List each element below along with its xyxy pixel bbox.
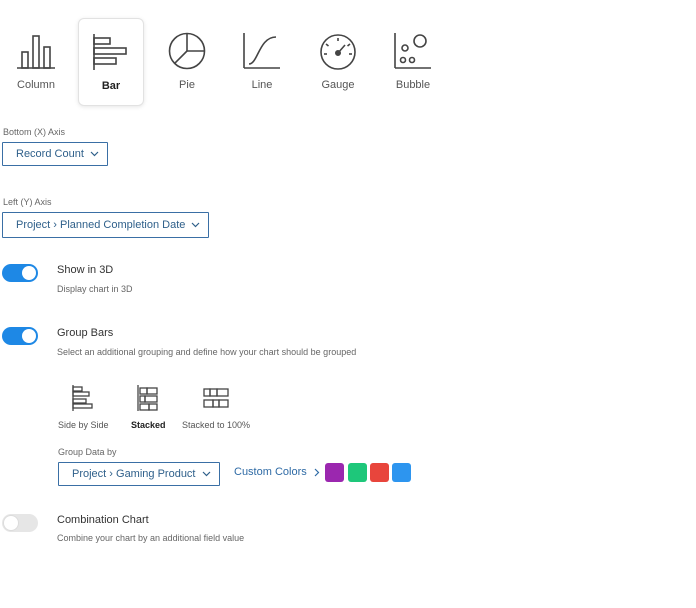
custom-colors-link[interactable]: Custom Colors <box>234 466 320 478</box>
x-axis-value: Record Count <box>16 148 84 160</box>
chart-type-label: Gauge <box>321 79 355 91</box>
group-mode-label: Side by Side <box>58 420 109 430</box>
chart-type-label: Line <box>251 79 273 91</box>
color-swatch-red[interactable] <box>370 463 389 482</box>
column-chart-icon <box>17 35 55 69</box>
group-mode-side-by-side[interactable]: Side by Side <box>58 384 109 430</box>
chevron-down-icon <box>191 222 200 228</box>
gauge-chart-icon <box>320 34 356 70</box>
chevron-down-icon <box>90 151 99 157</box>
chevron-right-icon <box>314 468 320 476</box>
show-3d-toggle[interactable] <box>2 264 38 282</box>
color-swatch-purple[interactable] <box>325 463 344 482</box>
bar-chart-icon <box>93 34 127 70</box>
combination-chart-description: Combine your chart by an additional fiel… <box>57 533 245 543</box>
chart-type-line[interactable]: Line <box>229 18 295 106</box>
show-3d-description: Display chart in 3D <box>57 284 133 294</box>
group-mode-stacked[interactable]: Stacked <box>131 384 166 430</box>
custom-colors-label: Custom Colors <box>234 466 307 478</box>
chart-type-bar[interactable]: Bar <box>78 18 144 106</box>
stacked-100-icon <box>203 388 229 408</box>
color-swatch-green[interactable] <box>348 463 367 482</box>
line-chart-icon <box>243 33 280 69</box>
x-axis-dropdown[interactable]: Record Count <box>2 142 108 166</box>
toggle-knob <box>4 516 18 530</box>
group-data-value: Project › Gaming Product <box>72 468 196 480</box>
chart-type-label: Column <box>17 79 55 91</box>
chart-type-gauge[interactable]: Gauge <box>305 18 371 106</box>
group-bars-title: Group Bars <box>57 327 114 339</box>
group-bars-description: Select an additional grouping and define… <box>57 347 357 357</box>
group-bars-toggle[interactable] <box>2 327 38 345</box>
group-data-label: Group Data by <box>58 447 117 457</box>
combination-chart-title: Combination Chart <box>57 514 149 526</box>
toggle-knob <box>22 266 36 280</box>
group-mode-stacked-100[interactable]: Stacked to 100% <box>182 384 250 430</box>
pie-chart-icon <box>168 32 206 70</box>
y-axis-label: Left (Y) Axis <box>3 197 52 207</box>
group-data-dropdown[interactable]: Project › Gaming Product <box>58 462 220 486</box>
x-axis-label: Bottom (X) Axis <box>3 127 66 137</box>
y-axis-dropdown[interactable]: Project › Planned Completion Date <box>2 212 210 238</box>
side-by-side-icon <box>72 385 93 411</box>
chart-type-label: Bar <box>101 80 121 92</box>
group-mode-label: Stacked <box>131 420 166 430</box>
toggle-knob <box>22 329 36 343</box>
bubble-chart-icon <box>394 33 431 69</box>
color-swatch-blue[interactable] <box>392 463 411 482</box>
chart-type-label: Bubble <box>395 79 431 91</box>
chart-type-bubble[interactable]: Bubble <box>380 18 446 106</box>
stacked-icon <box>137 385 158 411</box>
combination-chart-toggle[interactable] <box>2 514 38 532</box>
chart-type-pie[interactable]: Pie <box>154 18 220 106</box>
show-3d-title: Show in 3D <box>57 264 114 276</box>
chart-type-column[interactable]: Column <box>3 18 69 106</box>
chart-type-label: Pie <box>179 79 195 91</box>
group-mode-label: Stacked to 100% <box>182 420 251 430</box>
y-axis-value: Project › Planned Completion Date <box>16 219 186 231</box>
chevron-down-icon <box>202 471 210 477</box>
